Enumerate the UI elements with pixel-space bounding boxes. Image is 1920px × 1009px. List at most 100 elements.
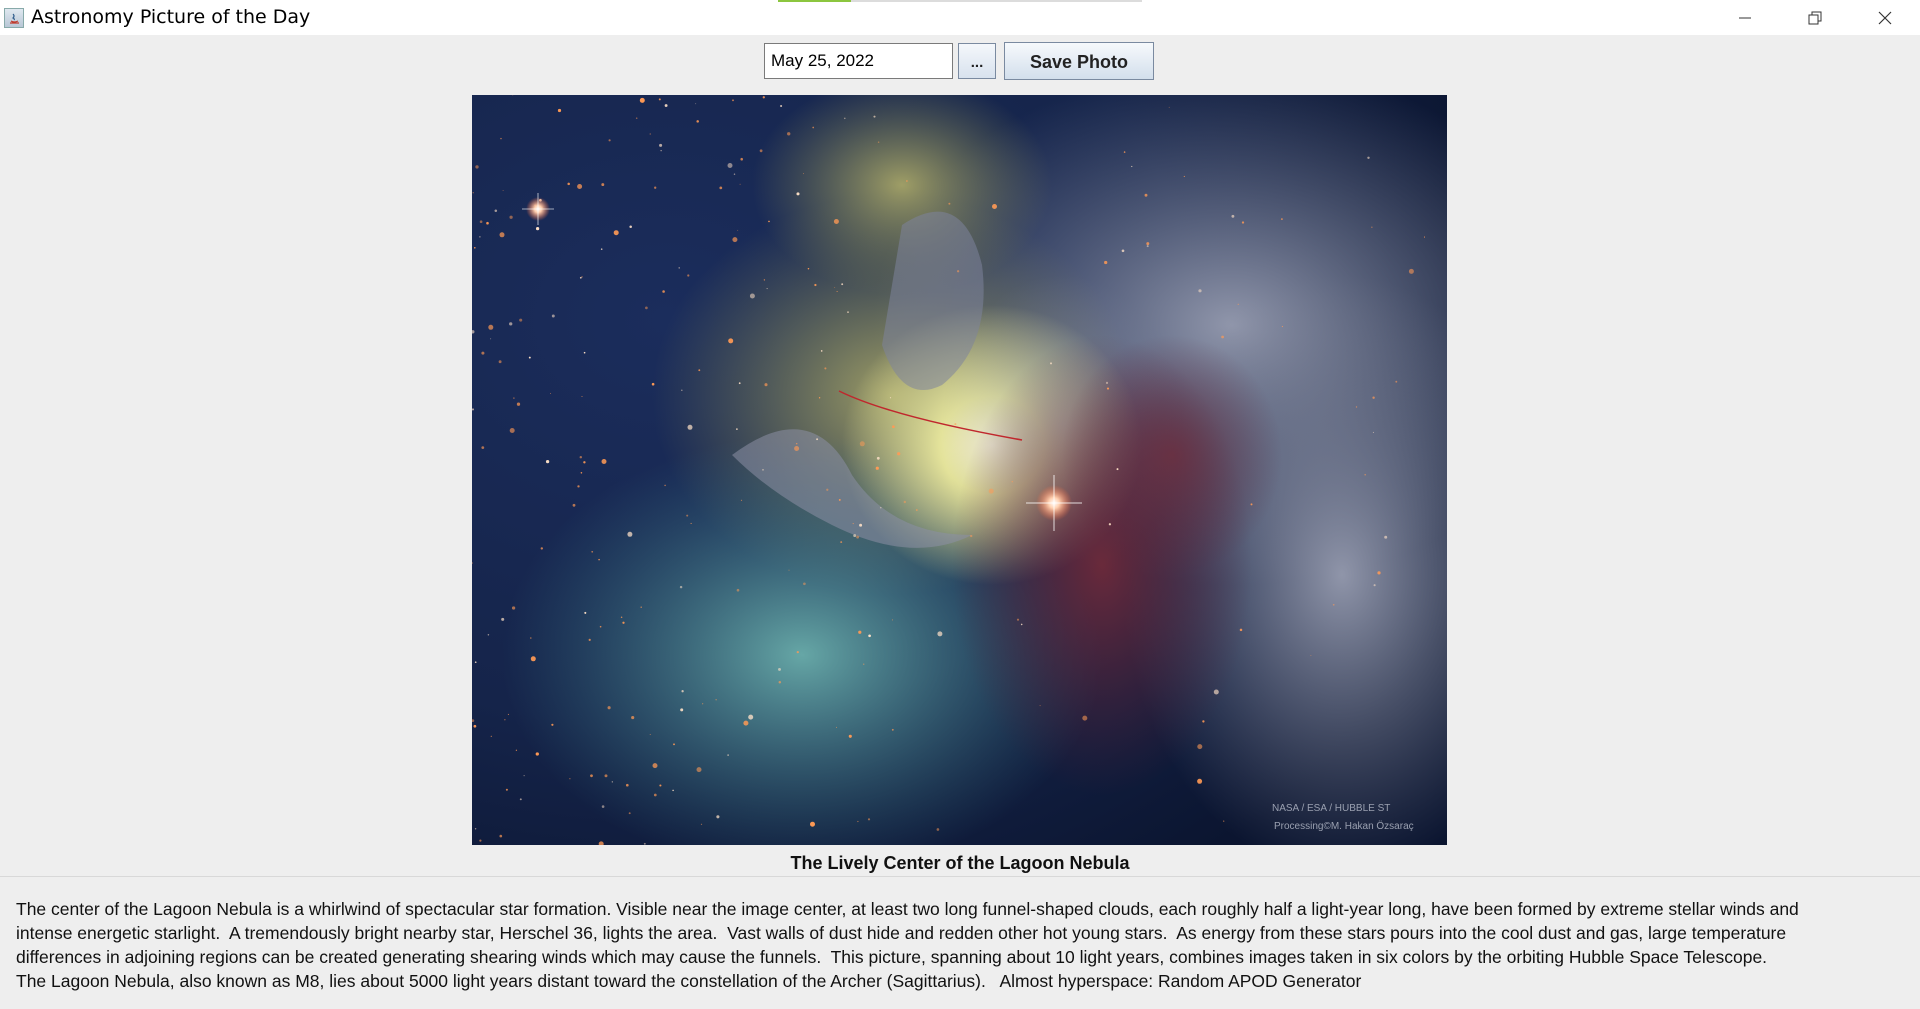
star-point [891, 728, 894, 731]
star-point [530, 656, 536, 662]
star-point [736, 588, 740, 592]
star-point [486, 221, 489, 225]
star-point [509, 322, 513, 326]
close-icon [1878, 11, 1892, 24]
star-point [474, 247, 476, 249]
star-point [528, 356, 531, 359]
star-point [622, 621, 625, 624]
star-point [1049, 362, 1053, 365]
star-point [515, 749, 518, 751]
star-point [601, 805, 605, 808]
star-point [915, 509, 918, 511]
star-point [490, 338, 492, 340]
star-point [766, 288, 768, 290]
star-point [620, 616, 623, 618]
star-point [583, 351, 586, 354]
star-point [853, 534, 857, 538]
star-point [1020, 623, 1023, 626]
star-point [764, 383, 768, 387]
minimize-button[interactable] [1710, 0, 1780, 35]
star-point [906, 180, 908, 182]
star-point [873, 115, 876, 118]
date-picker-button[interactable]: ... [958, 43, 996, 79]
star-point [852, 523, 854, 525]
star-point [1168, 106, 1170, 108]
star-point [1105, 381, 1109, 384]
star-point [876, 456, 880, 460]
star-point [1146, 242, 1150, 246]
star-point [550, 393, 551, 394]
star-point [763, 279, 766, 281]
star-point [513, 397, 515, 399]
star-point [664, 484, 666, 487]
star-point [696, 120, 699, 123]
star-point [581, 396, 583, 397]
star-point [1213, 689, 1219, 695]
star-point [867, 818, 871, 821]
star-point [481, 446, 485, 449]
star-point [1237, 303, 1239, 305]
star-point [1395, 380, 1398, 383]
star-point [889, 397, 892, 399]
star-point [1377, 571, 1381, 575]
star-point [1239, 628, 1243, 632]
star-point [808, 267, 810, 269]
star-point [583, 461, 586, 464]
star-point [535, 752, 539, 756]
star-point [954, 423, 957, 426]
credit-line-1: NASA / ESA / HUBBLE ST [1272, 803, 1390, 814]
star-point [474, 828, 477, 830]
date-input[interactable]: May 25, 2022 [764, 43, 953, 79]
star-point [664, 104, 668, 107]
loading-progress-bar [778, 0, 1142, 2]
star-point [613, 230, 619, 236]
star-point [581, 276, 583, 278]
star-point [662, 290, 665, 293]
star-point [812, 126, 815, 129]
star-point [857, 820, 859, 823]
star-point [628, 812, 631, 815]
star-point [1198, 289, 1202, 293]
star-point [598, 558, 600, 561]
star-point [519, 798, 522, 801]
star-point [535, 226, 540, 231]
star-point [611, 781, 613, 783]
star-point [814, 283, 817, 287]
star-point [897, 452, 901, 456]
star-point [577, 184, 583, 189]
star-point [649, 734, 651, 735]
star-point [736, 428, 738, 430]
star-point [608, 139, 611, 142]
star-point [903, 500, 906, 504]
star-point [577, 485, 580, 488]
star-point [490, 735, 492, 737]
save-photo-button[interactable]: Save Photo [1004, 42, 1154, 80]
star-point [956, 270, 960, 273]
star-point [645, 306, 648, 310]
star-point [673, 743, 675, 746]
star-point [494, 209, 498, 213]
star-point [507, 713, 509, 715]
star-point [1367, 156, 1370, 160]
star-point [749, 293, 755, 299]
restore-button[interactable] [1780, 0, 1850, 35]
star-point [545, 459, 550, 464]
star-point [1116, 468, 1119, 471]
star-point [847, 311, 849, 313]
star-point [472, 408, 475, 411]
star-point [1364, 473, 1367, 476]
star-point [643, 842, 646, 845]
title-bar: Astronomy Picture of the Day [0, 0, 1920, 35]
star-point [1372, 396, 1375, 399]
star-point [1355, 406, 1358, 408]
star-point [1197, 744, 1203, 750]
star-point [727, 163, 733, 168]
close-button[interactable] [1850, 0, 1920, 35]
star-point [607, 706, 611, 710]
star-point [625, 783, 629, 787]
star-point [700, 823, 703, 825]
star-point [732, 99, 734, 102]
star-point [863, 663, 865, 665]
star-point [810, 821, 815, 827]
star-point [572, 503, 576, 507]
